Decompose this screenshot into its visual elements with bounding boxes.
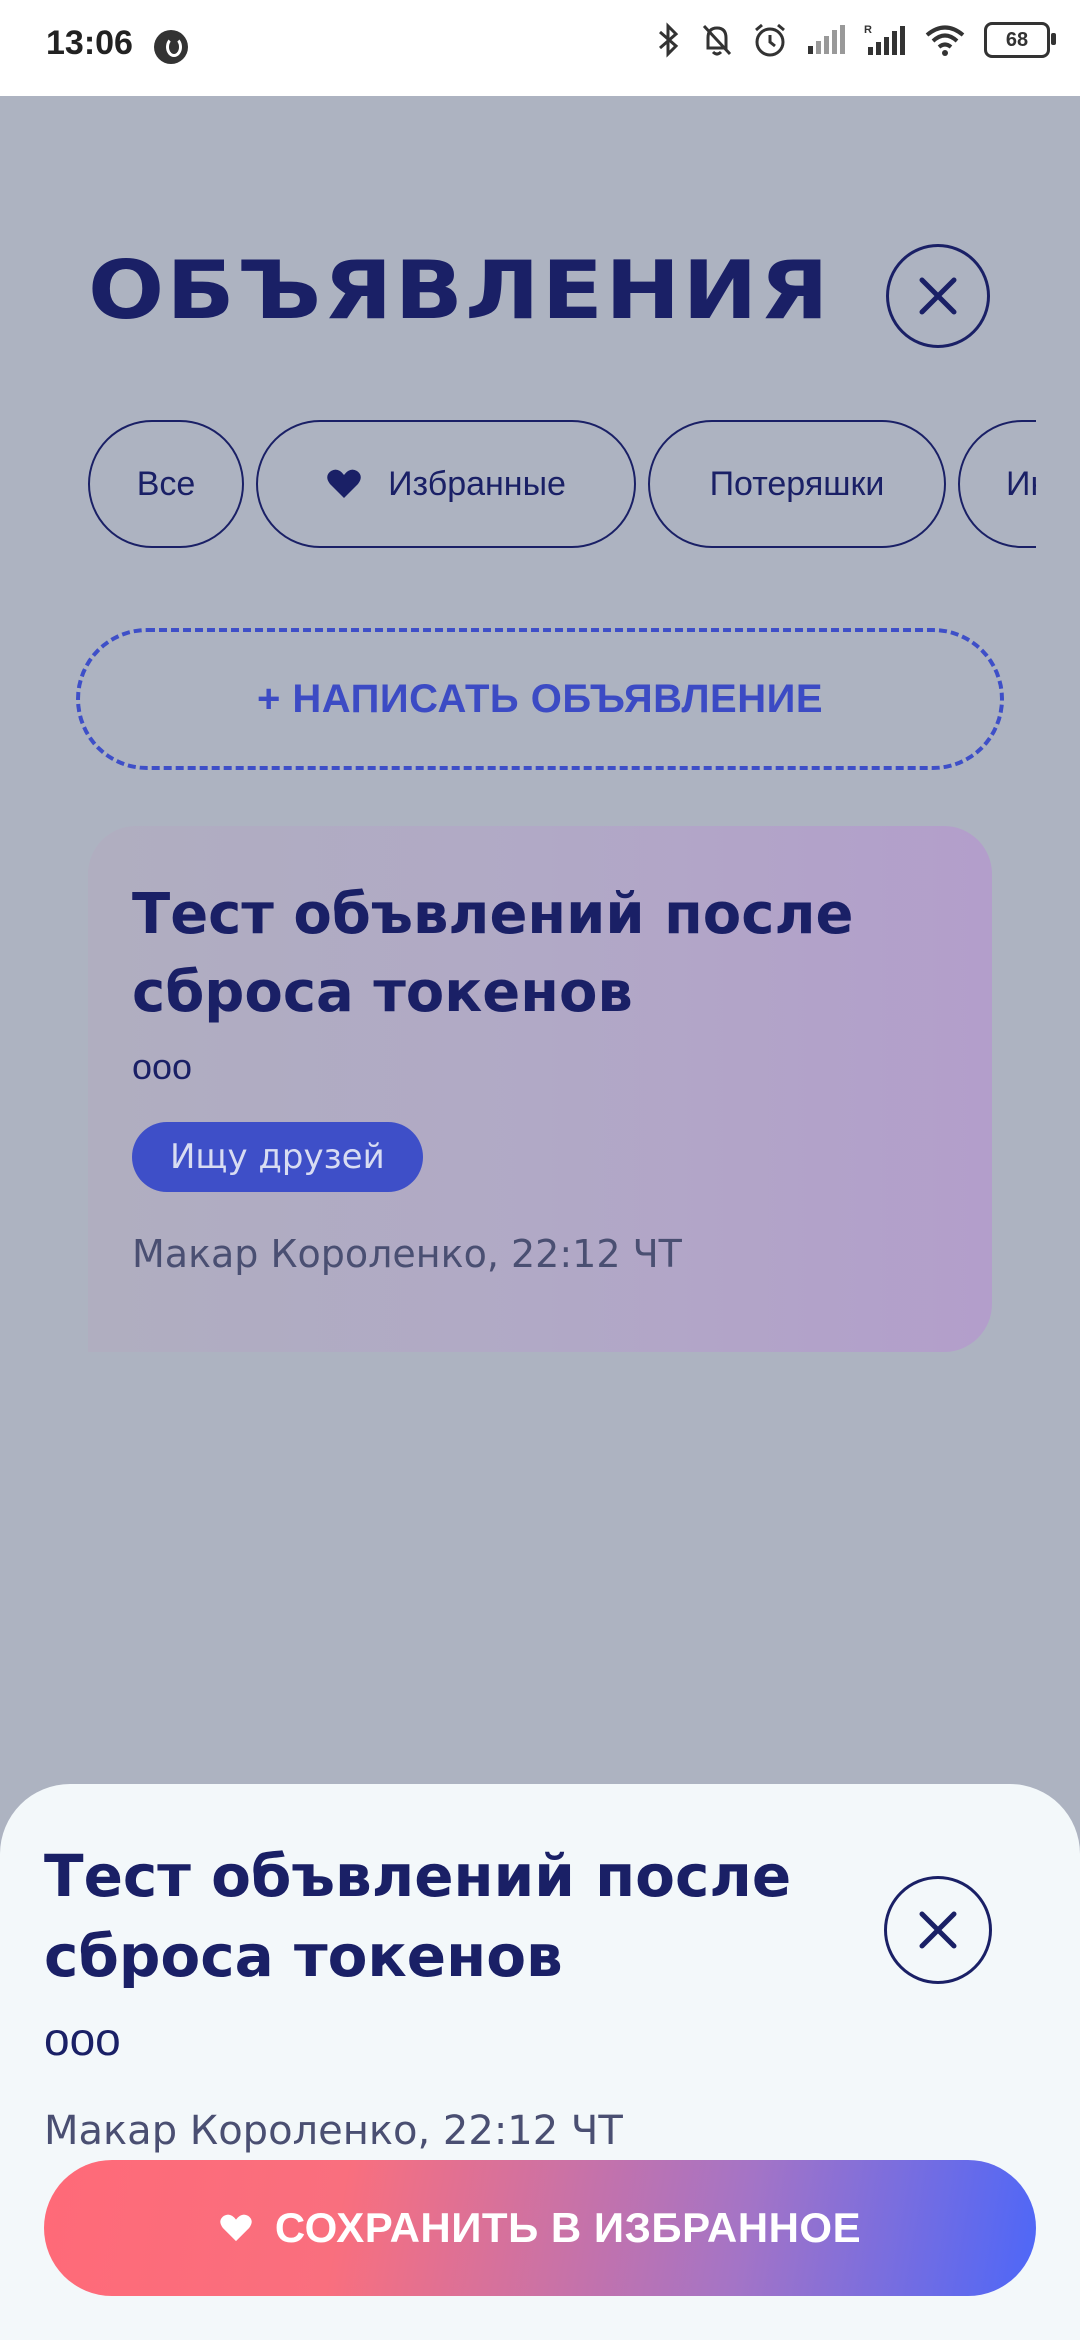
status-time: 13:06 [46,24,133,62]
battery-icon: 68 [984,22,1056,58]
bluetooth-icon [659,22,679,58]
chip-label: Все [136,464,196,503]
ad-card-description: ооо [132,1046,193,1087]
write-ad-label: + НАПИСАТЬ ОБЪЯВЛЕНИЕ [256,676,824,721]
svg-text:R: R [864,24,872,36]
heart-icon [327,469,361,498]
alarm-icon [755,23,785,57]
save-label: СОХРАНИТЬ В ИЗБРАННОЕ [274,2204,862,2251]
status-bar: 13:06 R 68 [0,0,1080,96]
signal-roaming-icon: R [864,24,905,55]
chip-label: Избранные [388,464,566,503]
chip-favorites[interactable]: Избранные [256,420,636,548]
bell-off-icon [702,24,732,56]
wifi-icon [925,25,965,56]
ad-card-title: Тест объвлений после сброса токенов [132,882,854,1025]
chip-all[interactable]: Все [88,420,244,548]
write-ad-button[interactable]: + НАПИСАТЬ ОБЪЯВЛЕНИЕ [76,628,1004,770]
sheet-meta: Макар Короленко, 22:12 ЧТ [44,2108,623,2154]
chip-other[interactable]: Ин [958,420,1036,548]
ad-detail-sheet: Тест объвлений после сброса токенов ооо … [0,1784,1080,2340]
page-title: ОБЪЯВЛЕНИЯ [88,244,831,337]
sheet-title: Тест объвлений после сброса токенов [44,1842,792,1990]
ad-card[interactable]: Тест объвлений после сброса токенов ооо … [88,826,992,1352]
tag-label: Ищу друзей [170,1137,385,1177]
close-icon [919,1911,957,1949]
chip-label: Ин [1006,464,1036,503]
status-icons: R 68 [656,22,1056,58]
filter-chips: Все Избранные Потеряшки Ин [88,420,1036,550]
save-to-favorites-button[interactable]: СОХРАНИТЬ В ИЗБРАННОЕ [44,2160,1036,2296]
battery-level: 68 [1005,28,1029,51]
ad-card-tag: Ищу друзей [132,1122,423,1192]
close-button[interactable] [886,244,990,348]
chip-label: Потеряшки [709,464,885,503]
chip-lost[interactable]: Потеряшки [648,420,946,548]
ad-card-meta: Макар Короленко, 22:12 ЧТ [132,1232,682,1276]
heart-icon [220,2214,252,2242]
sheet-close-button[interactable] [884,1876,992,1984]
close-icon [919,277,957,315]
power-icon [154,30,188,64]
sheet-description: ооо [44,2013,121,2065]
signal-icon [808,25,845,54]
